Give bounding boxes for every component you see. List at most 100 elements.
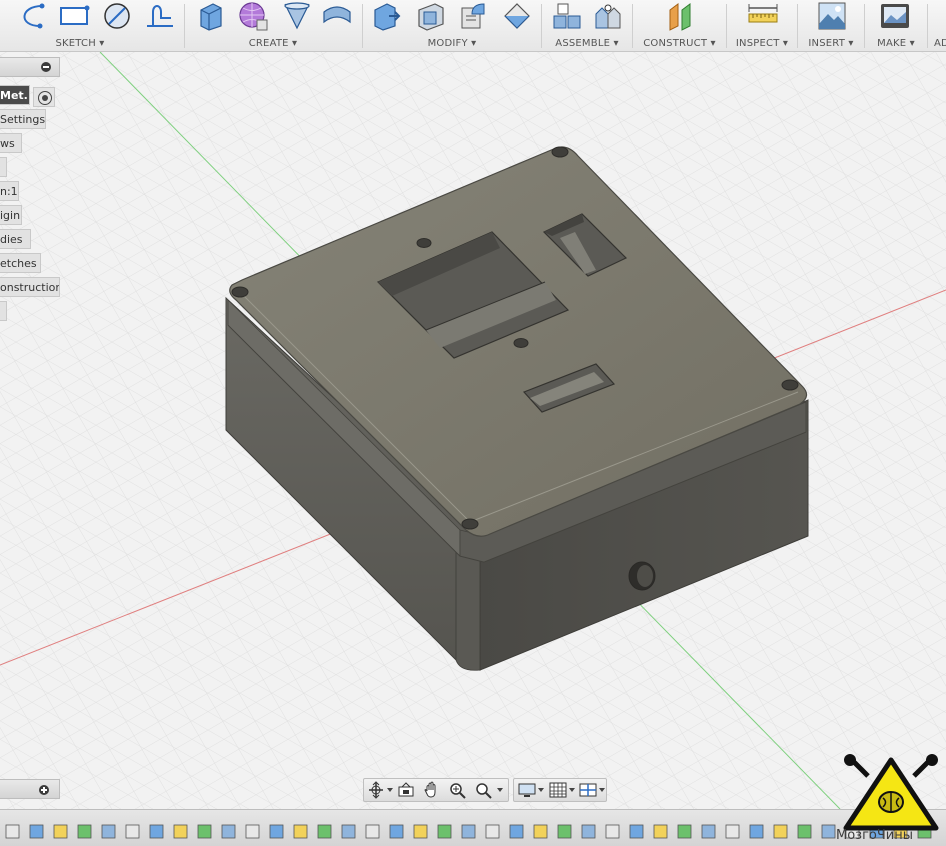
rectangle-icon[interactable] — [58, 0, 90, 32]
timeline-feature-icon[interactable] — [197, 824, 212, 839]
timeline-feature-icon[interactable] — [749, 824, 764, 839]
chamfer-icon[interactable] — [501, 0, 533, 32]
browser-item-settings[interactable]: Settings — [0, 109, 46, 129]
model-canvas[interactable] — [0, 52, 946, 809]
browser-header[interactable] — [0, 57, 60, 77]
timeline-feature-icon[interactable] — [29, 824, 44, 839]
orbit-icon[interactable] — [366, 781, 386, 799]
brain-warning-icon — [843, 754, 939, 831]
grid-dropdown-icon[interactable] — [569, 788, 575, 792]
timeline-feature-icon[interactable] — [221, 824, 236, 839]
timeline-feature-icon[interactable] — [485, 824, 500, 839]
timeline-feature-icon[interactable] — [125, 824, 140, 839]
timeline-feature-icon[interactable] — [677, 824, 692, 839]
browser-item-component[interactable]: n:1 — [0, 181, 19, 201]
timeline-feature-icon[interactable] — [173, 824, 188, 839]
revolve-icon[interactable] — [281, 0, 313, 32]
timeline-feature-icon[interactable] — [149, 824, 164, 839]
circle-icon[interactable] — [101, 0, 133, 32]
timeline-feature-icon[interactable] — [365, 824, 380, 839]
comments-panel[interactable] — [0, 779, 60, 799]
offset-plane-icon[interactable] — [664, 0, 696, 32]
timeline-feature-icon[interactable] — [557, 824, 572, 839]
timeline-feature-icon[interactable] — [77, 824, 92, 839]
orbit-dropdown-icon[interactable] — [387, 788, 393, 792]
insert-image-icon[interactable] — [816, 0, 848, 32]
toolbar: SKETCH ▾ CREATE ▾ MODIFY ▾ ASSEMBLE ▾ CO… — [0, 0, 946, 52]
assemble-menu[interactable]: ASSEMBLE ▾ — [542, 38, 632, 49]
timeline-feature-icon[interactable] — [821, 824, 836, 839]
construct-group: CONSTRUCT ▾ — [633, 0, 726, 52]
timeline-feature-icon[interactable] — [389, 824, 404, 839]
press-pull-icon[interactable] — [371, 0, 403, 32]
timeline-feature-icon[interactable] — [437, 824, 452, 839]
sketch-group: SKETCH ▾ — [0, 0, 184, 52]
modify-menu[interactable]: MODIFY ▾ — [363, 38, 541, 49]
browser-item-views[interactable]: ws — [0, 133, 22, 153]
pan-icon[interactable] — [422, 781, 442, 799]
joint-icon[interactable] — [592, 0, 624, 32]
timeline-feature-icon[interactable] — [53, 824, 68, 839]
timeline-feature-icon[interactable] — [605, 824, 620, 839]
timeline-feature-icon[interactable] — [509, 824, 524, 839]
zoom-icon[interactable] — [448, 781, 468, 799]
timeline-feature-icon[interactable] — [797, 824, 812, 839]
create-group: CREATE ▾ — [185, 0, 361, 52]
display-settings-icon[interactable] — [517, 781, 537, 799]
timeline-feature-icon[interactable] — [581, 824, 596, 839]
timeline-feature-icon[interactable] — [461, 824, 476, 839]
timeline-feature-icon[interactable] — [293, 824, 308, 839]
timeline-feature-icon[interactable] — [701, 824, 716, 839]
activate-radio-icon[interactable] — [33, 87, 55, 107]
timeline-feature-icon[interactable] — [653, 824, 668, 839]
construct-menu[interactable]: CONSTRUCT ▾ — [633, 38, 726, 49]
browser-item-origin[interactable]: igin — [0, 205, 22, 225]
viewports-icon[interactable] — [578, 781, 598, 799]
collapse-icon[interactable] — [41, 62, 51, 72]
insert-menu[interactable]: INSERT ▾ — [798, 38, 864, 49]
timeline-feature-icon[interactable] — [773, 824, 788, 839]
make-menu[interactable]: MAKE ▾ — [865, 38, 927, 49]
timeline-feature-icon[interactable] — [413, 824, 428, 839]
timeline-feature-icon[interactable] — [629, 824, 644, 839]
timeline-feature-icon[interactable] — [269, 824, 284, 839]
canvas-viewport[interactable] — [0, 52, 946, 809]
extrude-icon[interactable] — [195, 0, 227, 32]
browser-item-extra[interactable] — [0, 301, 7, 321]
timeline-feature-icon[interactable] — [341, 824, 356, 839]
timeline-feature-icon[interactable] — [317, 824, 332, 839]
3d-print-icon[interactable] — [879, 0, 911, 32]
timeline-feature-icon[interactable] — [101, 824, 116, 839]
expand-icon[interactable] — [39, 785, 49, 795]
display-dropdown-icon[interactable] — [538, 788, 544, 792]
browser-item-bodies[interactable]: dies — [0, 229, 31, 249]
measure-icon[interactable] — [747, 0, 779, 32]
inspect-menu[interactable]: INSPECT ▾ — [727, 38, 797, 49]
fillet-icon[interactable] — [458, 0, 490, 32]
new-component-icon[interactable] — [550, 0, 582, 32]
arc-icon[interactable] — [14, 0, 46, 32]
create-menu[interactable]: CREATE ▾ — [185, 38, 361, 49]
timeline-feature-icon[interactable] — [5, 824, 20, 839]
browser-item-document[interactable]: Met... — [0, 85, 30, 105]
viewports-dropdown-icon[interactable] — [599, 788, 605, 792]
browser-item-sketches[interactable]: etches — [0, 253, 41, 273]
fit-icon[interactable] — [474, 781, 494, 799]
shell-icon[interactable] — [415, 0, 447, 32]
timeline-feature-icon[interactable] — [533, 824, 548, 839]
browser-item-construction[interactable]: onstruction — [0, 277, 60, 297]
timeline-feature-icon[interactable] — [245, 824, 260, 839]
modify-group: MODIFY ▾ — [363, 0, 541, 52]
look-at-icon[interactable] — [396, 781, 416, 799]
fit-curve-icon[interactable] — [144, 0, 176, 32]
inspect-group: INSPECT ▾ — [727, 0, 797, 52]
timeline-feature-icon[interactable] — [725, 824, 740, 839]
sweep-icon[interactable] — [321, 0, 353, 32]
form-icon[interactable] — [237, 0, 269, 32]
grid-icon[interactable] — [548, 781, 568, 799]
zoom-dropdown-icon[interactable] — [497, 788, 503, 792]
addins-menu[interactable]: AD — [934, 38, 946, 49]
browser-item-blank[interactable] — [0, 157, 7, 177]
sketch-menu[interactable]: SKETCH ▾ — [20, 38, 140, 49]
timeline-features[interactable] — [0, 810, 946, 846]
